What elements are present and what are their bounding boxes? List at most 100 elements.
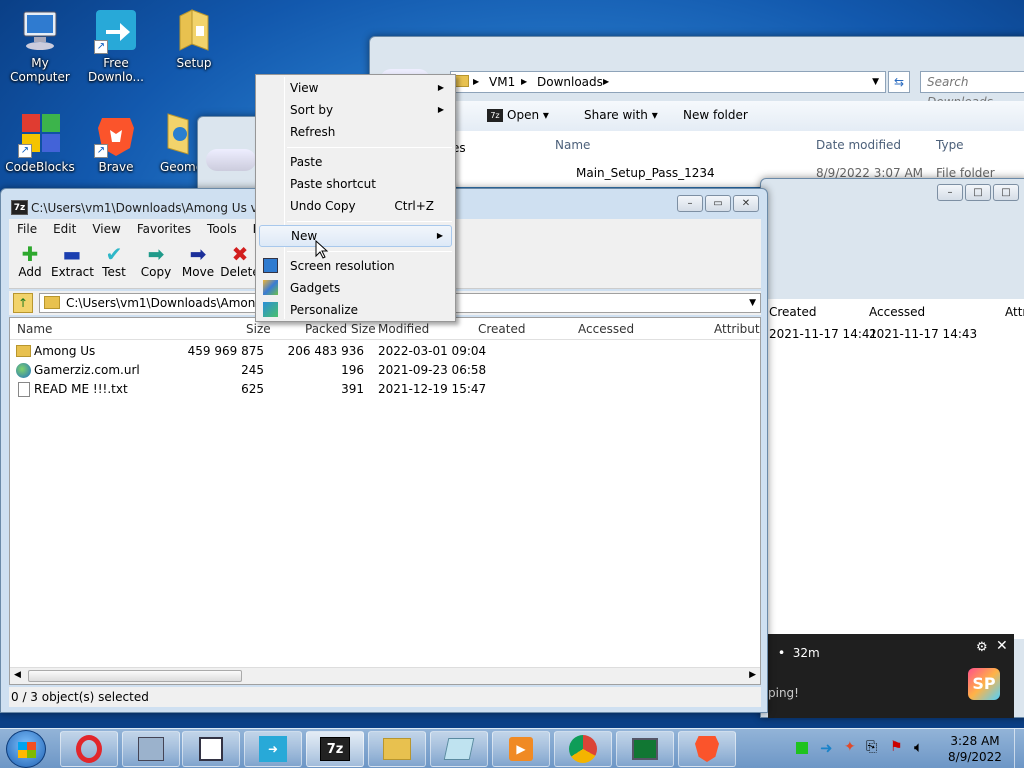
folder-icon [44, 296, 60, 309]
column-attributes[interactable]: Attri [1005, 305, 1024, 319]
maximize-button[interactable]: ▭ [705, 195, 731, 212]
taskbar-notes[interactable] [430, 731, 488, 767]
menu-item-paste[interactable]: Paste [259, 151, 452, 173]
taskbar-media-player[interactable]: ▶ [492, 731, 550, 767]
column-size[interactable]: Size [246, 322, 271, 336]
column-packed-size[interactable]: Packed Size [305, 322, 376, 336]
gear-icon[interactable]: ⚙ [976, 640, 988, 655]
menu-item-new[interactable]: New ▶ [259, 225, 452, 247]
shortcut-label: Ctrl+Z [394, 199, 434, 213]
menu-edit[interactable]: Edit [45, 219, 84, 239]
opera-icon [76, 735, 102, 763]
menu-item-paste-shortcut[interactable]: Paste shortcut [259, 173, 452, 195]
menu-item-refresh[interactable]: Refresh [259, 121, 452, 143]
column-created[interactable]: Created [478, 322, 526, 336]
explorer-window[interactable]: ▶ VM1 ▶ Downloads ▶ ▼ ⇆ Search Downloads… [369, 36, 1024, 187]
network-tray-icon[interactable]: ⎘ [866, 739, 877, 755]
extract-label: Extract [51, 265, 94, 279]
desktop-icon-free-download[interactable]: ↗ Free Downlo... [76, 6, 156, 84]
up-folder-icon[interactable]: ↑ [13, 293, 33, 313]
menu-item-sort-by[interactable]: Sort by ▶ [259, 99, 452, 121]
add-button[interactable]: ✚ Add [9, 243, 51, 279]
close-button[interactable]: ✕ [733, 195, 759, 212]
start-button[interactable] [6, 730, 46, 768]
taskbar-brave[interactable] [678, 731, 736, 767]
close-icon[interactable]: ✕ [996, 638, 1008, 654]
nav-buttons[interactable] [206, 149, 256, 171]
refresh-button[interactable]: ⇆ [888, 71, 910, 93]
column-attributes[interactable]: Attribute [714, 322, 760, 336]
column-type[interactable]: Type [936, 138, 964, 152]
table-row[interactable]: Gamerziz.com.url 245 196 2021-09-23 06:5… [10, 361, 760, 380]
taskbar-task-manager[interactable] [616, 731, 674, 767]
menu-item-gadgets[interactable]: Gadgets [259, 277, 452, 299]
minimize-button[interactable]: – [677, 195, 703, 212]
scroll-right-icon[interactable]: ▶ [749, 670, 756, 680]
file-row-name[interactable]: Main_Setup_Pass_1234 [576, 166, 715, 180]
show-desktop-button[interactable] [1014, 729, 1024, 768]
search-input[interactable]: Search Downloads [920, 71, 1024, 109]
green-status-icon[interactable] [796, 742, 808, 754]
secondary-list: Created Accessed Attri 2021-11-17 14:41 … [767, 299, 1024, 639]
row-modified: 2022-03-01 09:04 [378, 344, 487, 358]
mouse-cursor-icon [315, 240, 329, 259]
taskbar-file-explorer[interactable] [368, 731, 426, 767]
menu-tools[interactable]: Tools [199, 219, 245, 239]
explorer-address-bar[interactable]: ▶ VM1 ▶ Downloads ▶ ▼ [450, 71, 886, 93]
table-row[interactable]: READ ME !!!.txt 625 391 2021-12-19 15:47 [10, 380, 760, 399]
menu-item-personalize[interactable]: Personalize [259, 299, 452, 321]
column-modified[interactable]: Modified [378, 322, 429, 336]
path-dropdown-icon[interactable]: ▼ [749, 294, 756, 312]
desktop-icon-brave[interactable]: ↗ Brave [76, 110, 156, 174]
menu-item-screen-resolution[interactable]: Screen resolution [259, 255, 452, 277]
taskbar-7zip[interactable]: 7z [306, 731, 364, 767]
clock[interactable]: 3:28 AM 8/9/2022 [940, 733, 1010, 765]
table-row[interactable]: Among Us 459 969 875 206 483 936 2022-03… [10, 342, 760, 361]
extract-button[interactable]: ▬ Extract [51, 243, 94, 279]
desktop-icon-setup[interactable]: Setup [154, 6, 234, 70]
desktop-icon-label: CodeBlocks [5, 160, 75, 174]
volume-icon[interactable]: 🔈︎ [914, 738, 923, 756]
file-list[interactable]: Name Size Packed Size Modified Created A… [9, 317, 761, 685]
minimize-button[interactable]: – [937, 184, 963, 201]
new-folder-button[interactable]: New folder [683, 108, 748, 122]
move-button[interactable]: ➡ Move [177, 243, 219, 279]
taskbar-notepad-app[interactable] [182, 731, 240, 767]
address-dropdown-icon[interactable]: ▼ [872, 72, 879, 92]
scroll-thumb[interactable] [28, 670, 242, 682]
restore-button[interactable]: □ [993, 184, 1019, 201]
share-with-button[interactable]: Share with ▾ [584, 108, 658, 122]
desktop-icon-my-computer[interactable]: My Computer [0, 6, 80, 84]
horizontal-scrollbar[interactable]: ◀ ▶ [10, 667, 760, 684]
menu-view[interactable]: View [84, 219, 128, 239]
breadcrumb-vm1[interactable]: VM1 [489, 72, 515, 92]
action-center-icon[interactable]: ⚑ [890, 739, 903, 755]
copy-button[interactable]: ➡ Copy [135, 243, 177, 279]
column-date-modified[interactable]: Date modified [816, 138, 901, 152]
breadcrumb-separator-icon: ▶ [521, 77, 528, 86]
menu-item-undo-copy[interactable]: Undo Copy Ctrl+Z [259, 195, 452, 217]
chrome-icon [569, 735, 597, 763]
breadcrumb-downloads[interactable]: Downloads [537, 72, 603, 92]
menu-favorites[interactable]: Favorites [129, 219, 199, 239]
menu-file[interactable]: File [9, 219, 45, 239]
open-button[interactable]: Open ▾ [507, 108, 549, 122]
column-name[interactable]: Name [17, 322, 52, 336]
maximize-button[interactable]: □ [965, 184, 991, 201]
column-created[interactable]: Created [769, 305, 817, 319]
download-tray-icon[interactable]: ➜ [820, 739, 833, 757]
taskbar-chrome[interactable] [554, 731, 612, 767]
column-name[interactable]: Name [555, 138, 590, 152]
taskbar-opera[interactable] [60, 731, 118, 767]
taskbar-free-download-manager[interactable]: ➜ [244, 731, 302, 767]
color-tray-icon[interactable]: ✦ [844, 739, 856, 755]
menu-item-view[interactable]: View ▶ [259, 77, 452, 99]
scroll-left-icon[interactable]: ◀ [14, 670, 21, 680]
taskbar-network[interactable] [122, 731, 180, 767]
column-accessed[interactable]: Accessed [869, 305, 925, 319]
column-accessed[interactable]: Accessed [578, 322, 634, 336]
notification-toast[interactable]: • • 32m ⚙ ✕ ping! SP [768, 634, 1014, 718]
network-computer-icon [138, 737, 164, 761]
desktop-icon-codeblocks[interactable]: ↗ CodeBlocks [0, 110, 80, 174]
test-button[interactable]: ✔ Test [93, 243, 135, 279]
